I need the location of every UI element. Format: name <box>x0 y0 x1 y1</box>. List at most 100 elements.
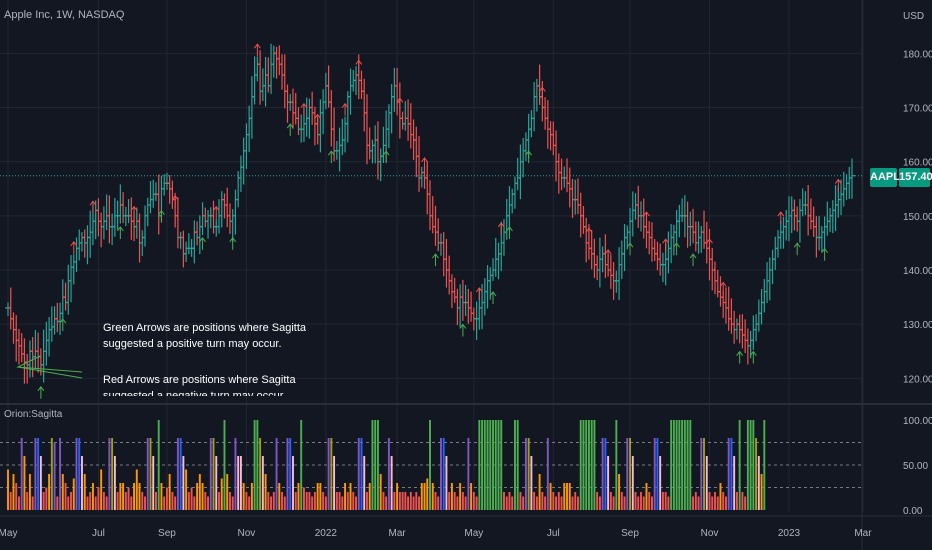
osc-bar <box>697 496 700 510</box>
osc-bar <box>409 492 412 510</box>
osc-bar <box>174 496 177 510</box>
osc-bar <box>494 420 497 510</box>
osc-bar <box>609 492 612 510</box>
osc-bar <box>692 496 695 510</box>
osc-bar <box>119 483 122 510</box>
osc-bar <box>593 420 596 510</box>
osc-bar <box>67 496 70 510</box>
osc-bar <box>648 492 651 510</box>
osc-bar <box>752 420 755 510</box>
osc-bar <box>574 492 577 510</box>
osc-bar <box>220 478 223 510</box>
osc-bar <box>218 492 220 510</box>
osc-bar <box>182 456 185 510</box>
osc-bar <box>256 420 259 510</box>
osc-bar <box>305 492 308 510</box>
price-tick-label: 140.00 <box>903 266 932 277</box>
osc-bar <box>316 483 319 510</box>
osc-bar <box>620 492 623 510</box>
osc-bar <box>212 438 215 510</box>
osc-bar <box>612 496 615 510</box>
osc-bar <box>420 483 423 510</box>
osc-bar <box>472 492 475 510</box>
osc-bar <box>352 492 355 510</box>
osc-bar <box>64 483 67 510</box>
osc-bar <box>111 438 114 510</box>
osc-bar <box>7 469 9 510</box>
time-tick-label: Jul <box>92 528 105 539</box>
osc-bar <box>544 496 547 510</box>
osc-tick-label: 0.00 <box>903 506 923 517</box>
osc-bar <box>31 496 34 510</box>
osc-bar <box>371 420 374 510</box>
osc-bar <box>382 492 385 510</box>
osc-bar <box>355 496 357 510</box>
osc-bar <box>727 438 730 510</box>
osc-bar <box>229 492 231 510</box>
ticker-badge: AAPL <box>870 168 900 187</box>
osc-bar <box>341 496 344 510</box>
osc-bar <box>357 438 360 510</box>
osc-bar <box>56 496 59 510</box>
price-tick-label: 170.00 <box>903 104 932 115</box>
osc-bar <box>135 469 138 510</box>
osc-bar <box>168 474 171 510</box>
osc-bar <box>467 438 470 510</box>
osc-bar <box>481 420 484 510</box>
osc-bar <box>176 438 179 510</box>
osc-bar <box>533 492 536 510</box>
osc-bar <box>396 483 399 510</box>
osc-bar <box>412 496 415 510</box>
osc-bar <box>524 438 527 510</box>
osc-bar <box>97 487 100 510</box>
osc-bar <box>694 492 697 510</box>
osc-bar <box>333 456 336 510</box>
osc-bar <box>626 438 629 510</box>
osc-bar <box>360 438 363 510</box>
osc-bar <box>127 487 130 510</box>
osc-bar <box>672 420 675 510</box>
osc-bar <box>146 438 149 510</box>
osc-bar <box>453 492 456 510</box>
osc-bar <box>461 492 464 510</box>
osc-bar <box>283 496 286 510</box>
osc-bar <box>470 483 473 510</box>
osc-bar <box>390 456 393 510</box>
osc-bar <box>445 456 448 510</box>
osc-bar <box>187 492 190 510</box>
osc-bar <box>39 456 42 510</box>
osc-bar <box>319 483 322 510</box>
osc-bar <box>598 496 601 510</box>
osc-bar <box>185 469 188 510</box>
osc-bar <box>239 456 242 510</box>
osc-bar <box>757 456 760 510</box>
osc-bar <box>738 420 741 510</box>
osc-bar <box>102 492 105 510</box>
time-tick-label: Nov <box>701 528 719 539</box>
osc-bar <box>12 474 15 510</box>
osc-bar <box>264 474 267 510</box>
osc-bar <box>163 496 166 510</box>
osc-bar <box>349 483 352 510</box>
osc-bar <box>289 438 292 510</box>
osc-bar <box>226 474 229 510</box>
osc-bar <box>505 496 508 510</box>
time-tick-label: 2023 <box>778 528 801 539</box>
osc-bar <box>48 474 51 510</box>
osc-bar <box>604 438 607 510</box>
osc-bar <box>223 420 226 510</box>
osc-bar <box>607 456 610 510</box>
chart-canvas: 120.00130.00140.00150.00160.00170.00180.… <box>0 0 932 550</box>
osc-bar <box>324 496 327 510</box>
osc-bar <box>152 456 155 510</box>
osc-bar <box>234 438 237 510</box>
osc-bar <box>563 483 566 510</box>
osc-bar <box>292 456 294 510</box>
osc-bar <box>215 456 218 510</box>
osc-bar <box>711 496 714 510</box>
osc-bar <box>242 483 245 510</box>
time-tick-label: Mar <box>854 528 872 539</box>
osc-bar <box>297 483 300 510</box>
osc-bar <box>522 496 525 510</box>
osc-bar <box>763 420 766 510</box>
